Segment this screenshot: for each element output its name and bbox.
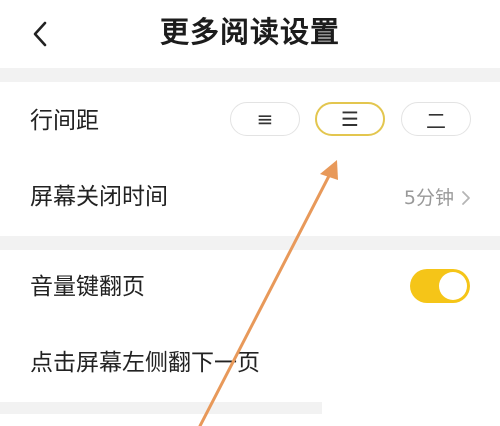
line-spacing-option-standard[interactable]: ☰	[315, 102, 385, 136]
chevron-right-icon	[462, 191, 470, 205]
screen-off-time-label: 屏幕关闭时间	[30, 184, 168, 210]
line-spacing-option-loose[interactable]: 二	[401, 102, 471, 136]
page-title: 更多阅读设置	[159, 15, 340, 49]
volume-key-label: 音量键翻页	[30, 274, 145, 300]
toggle-knob	[439, 272, 467, 300]
tap-left-row: 点击屏幕左侧翻下一页	[0, 326, 500, 402]
line-spacing-option-compact[interactable]: ≡	[230, 102, 300, 136]
tap-left-label: 点击屏幕左侧翻下一页	[30, 350, 260, 376]
line-spacing-label: 行间距	[30, 108, 99, 134]
volume-key-toggle[interactable]	[410, 269, 470, 303]
spacing-loose-icon: 二	[426, 108, 446, 133]
spacing-compact-icon: ≡	[256, 107, 274, 131]
header-bar: 更多阅读设置	[0, 0, 500, 68]
spacing-standard-icon: ☰	[341, 107, 359, 131]
section-divider	[0, 236, 500, 250]
section-divider	[0, 68, 500, 82]
screen-off-time-value: 5分钟	[403, 187, 454, 209]
section-divider	[0, 402, 322, 414]
